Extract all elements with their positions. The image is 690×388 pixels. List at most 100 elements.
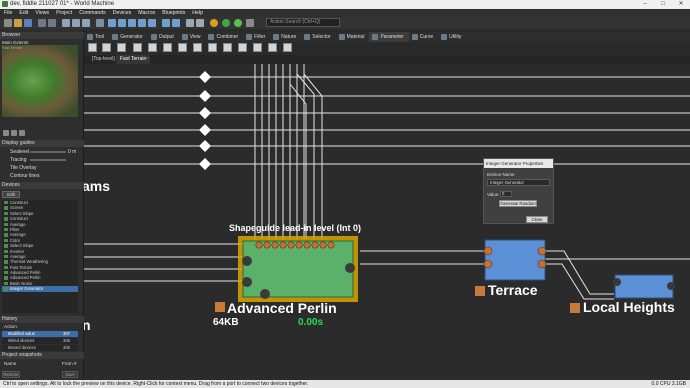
settings-icon[interactable] (246, 19, 254, 27)
tab-utility[interactable]: Utility (438, 32, 466, 42)
close-button[interactable]: ✕ (672, 0, 690, 9)
action-search-input[interactable]: Action Search (Ctrl+Q) (266, 18, 340, 27)
tab-output[interactable]: Output (148, 32, 179, 42)
preview-layer-icon[interactable] (3, 130, 9, 136)
device-icon[interactable] (117, 43, 126, 52)
undo-icon[interactable] (38, 19, 46, 27)
cut-icon[interactable] (62, 19, 70, 27)
reroute-node[interactable] (199, 90, 211, 102)
history-row[interactable]: Wired devices 306 (2, 338, 78, 344)
history-row[interactable]: Moved devices 305 (2, 345, 78, 351)
device-icon[interactable] (102, 43, 111, 52)
view-3d-icon[interactable] (118, 19, 126, 27)
list-item-selected[interactable]: Integer Generator (2, 286, 78, 292)
advanced-perlin-node[interactable] (242, 240, 354, 298)
tab-material[interactable]: Material (336, 32, 370, 42)
save-icon[interactable] (24, 19, 32, 27)
tab-tool[interactable]: Tool (84, 32, 109, 42)
device-icon[interactable] (238, 43, 247, 52)
menu-help[interactable]: Help (192, 9, 203, 17)
device-icon[interactable] (268, 43, 277, 52)
device-name-field[interactable]: Integer Generator (487, 179, 550, 186)
build-icon[interactable] (210, 19, 218, 27)
view-2d-icon[interactable] (108, 19, 116, 27)
layout-icon[interactable] (96, 19, 104, 27)
device-icon[interactable] (148, 43, 157, 52)
menu-macros[interactable]: Macros (138, 9, 155, 17)
device-icon[interactable] (223, 43, 232, 52)
value-field[interactable]: 0 (500, 191, 512, 197)
devices-edit-button[interactable]: Edit (2, 191, 20, 198)
snapshot-save-button[interactable]: Save (62, 371, 78, 378)
contour-lines-toggle[interactable]: Contour lines (10, 173, 39, 179)
menu-devices[interactable]: Devices (113, 9, 131, 17)
menu-edit[interactable]: Edit (19, 9, 28, 17)
tab-generator[interactable]: Generator (109, 32, 148, 42)
sealevel-slider[interactable] (30, 151, 66, 153)
menu-project[interactable]: Project (56, 9, 72, 17)
reroute-node[interactable] (199, 158, 211, 170)
preview-refresh-icon[interactable] (19, 130, 25, 136)
input-port[interactable] (260, 289, 270, 299)
device-icon[interactable] (253, 43, 262, 52)
redo-icon[interactable] (48, 19, 56, 27)
device-icon[interactable] (178, 43, 187, 52)
device-icon[interactable] (88, 43, 97, 52)
tab-filter[interactable]: Filter (243, 32, 270, 42)
view-layout-icon[interactable] (138, 19, 146, 27)
align-icon[interactable] (172, 19, 180, 27)
tab-selector[interactable]: Selector (301, 32, 335, 42)
reroute-node[interactable] (199, 71, 211, 83)
preview-lock-icon[interactable] (11, 130, 17, 136)
arrange-icon[interactable] (162, 19, 170, 27)
menu-views[interactable]: Views (35, 9, 49, 17)
tab-nature[interactable]: Nature (270, 32, 301, 42)
tracing-slider[interactable] (30, 159, 66, 161)
device-icon[interactable] (208, 43, 217, 52)
device-icon[interactable] (133, 43, 142, 52)
menu-commands[interactable]: Commands (79, 9, 106, 17)
realtime-icon[interactable] (234, 19, 242, 27)
view-explorer-icon[interactable] (148, 19, 156, 27)
close-tab-icon[interactable]: × (146, 55, 149, 64)
terrace-node[interactable] (484, 239, 546, 281)
maximize-button[interactable]: □ (654, 0, 672, 9)
snapshot-restore-button[interactable]: Restore (2, 371, 20, 378)
tab-top-level[interactable]: [Top-level] (88, 55, 119, 64)
reroute-node[interactable] (199, 124, 211, 136)
view-split-icon[interactable] (128, 19, 136, 27)
local-heights-node[interactable] (614, 274, 674, 299)
input-port[interactable] (613, 278, 621, 286)
device-icon[interactable] (193, 43, 202, 52)
tab-view[interactable]: View (179, 32, 206, 42)
output-port[interactable] (537, 259, 547, 269)
minimize-button[interactable]: – (636, 0, 654, 9)
open-folder-icon[interactable] (14, 19, 22, 27)
device-icon[interactable] (163, 43, 172, 52)
build-all-icon[interactable] (222, 19, 230, 27)
device-icon[interactable] (283, 43, 292, 52)
output-port[interactable] (667, 282, 675, 290)
menu-blueprints[interactable]: Blueprints (162, 9, 185, 17)
camera-icon[interactable] (186, 19, 194, 27)
menu-file[interactable]: File (4, 9, 12, 17)
tab-curve[interactable]: Curve (409, 32, 438, 42)
copy-icon[interactable] (72, 19, 80, 27)
new-file-icon[interactable] (4, 19, 12, 27)
device-graph-canvas[interactable]: Shapeguide lead-in level (Int 0) Advance… (84, 64, 690, 380)
close-dialog-button[interactable]: Close (526, 216, 548, 223)
output-port[interactable] (537, 246, 547, 256)
paste-icon[interactable] (82, 19, 90, 27)
history-row[interactable]: Modified value 307 (2, 331, 78, 337)
export-icon[interactable] (196, 19, 204, 27)
output-port[interactable] (345, 263, 355, 273)
reroute-node[interactable] (199, 140, 211, 152)
input-port[interactable] (483, 259, 493, 269)
tile-overlay-toggle[interactable]: Tile Overlay (10, 165, 37, 171)
input-port[interactable] (242, 277, 252, 287)
input-port[interactable] (242, 256, 252, 266)
terrain-preview-thumbnail[interactable] (2, 45, 78, 117)
tab-parameter[interactable]: Parameter (369, 32, 409, 42)
reroute-node[interactable] (199, 107, 211, 119)
generate-random-button[interactable]: Generate Random (499, 200, 537, 207)
